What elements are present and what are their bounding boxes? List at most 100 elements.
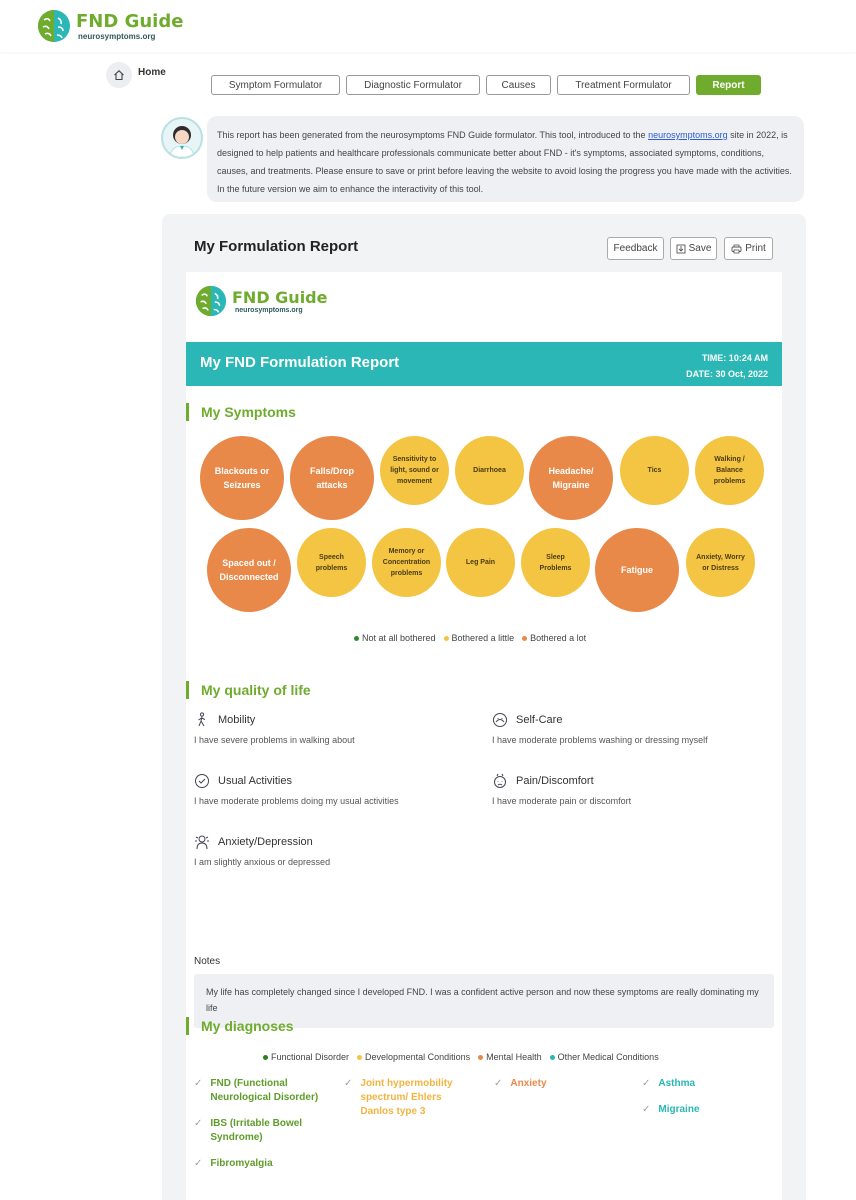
home-icon-circle bbox=[106, 62, 132, 88]
legend-item-not-bothered: Not at all bothered bbox=[354, 633, 436, 643]
intro-text-start: This report has been generated from the … bbox=[217, 130, 649, 140]
diagnosis-label: Fibromyalgia bbox=[210, 1158, 273, 1169]
home-label: Home bbox=[138, 66, 166, 78]
quality-desc: I have moderate problems doing my usual … bbox=[194, 796, 399, 806]
quality-desc: I have severe problems in walking about bbox=[194, 735, 355, 745]
legend-dot-orange bbox=[478, 1054, 484, 1060]
diagnosis-label: Migraine bbox=[658, 1104, 700, 1115]
symptom-bubble-3: Sensitivity to light, sound or movement bbox=[380, 436, 449, 505]
brain-logo-icon bbox=[38, 10, 70, 42]
symptom-label-10: Memory or Concentration problems bbox=[382, 548, 431, 577]
brain-logo-icon bbox=[195, 285, 227, 317]
symptom-bubble-14: Anxiety, Worry or Distress bbox=[686, 528, 755, 597]
feedback-button[interactable]: Feedback bbox=[607, 237, 664, 260]
diagnosis-label: FND (Functional Neurological Disorder) bbox=[210, 1078, 319, 1103]
quality-item-self-care: Self-Care I have moderate problems washi… bbox=[492, 712, 708, 745]
quality-desc: I am slightly anxious or depressed bbox=[194, 857, 331, 867]
symptom-label-8: Spaced out / Disconnected bbox=[219, 558, 279, 582]
legend-dot-green bbox=[263, 1054, 268, 1060]
report-logo: FND Guide neurosymptoms.org bbox=[194, 284, 327, 318]
symptom-label-5: Headache/ Migraine bbox=[548, 466, 594, 490]
report-time: TIME: 10:24 AM bbox=[701, 353, 768, 363]
walking-icon bbox=[198, 712, 206, 727]
legend-item-functional: Functional Disorder bbox=[263, 1052, 349, 1062]
diagnosis-item: ✓ Asthma bbox=[642, 1077, 772, 1091]
legend-label: Functional Disorder bbox=[271, 1052, 350, 1062]
site-logo[interactable]: FND Guide neurosymptoms.org bbox=[36, 8, 183, 44]
symptom-label-12: Sleep Problems bbox=[539, 553, 572, 572]
symptom-bubble-8: Spaced out / Disconnected bbox=[207, 528, 291, 612]
feedback-label: Feedback bbox=[613, 243, 658, 254]
report-timestamp: TIME: 10:24 AM DATE: 30 Oct, 2022 bbox=[686, 350, 768, 382]
assistant-avatar bbox=[161, 117, 203, 159]
quality-heading: My quality of life bbox=[186, 681, 311, 699]
diagnoses-heading: My diagnoses bbox=[186, 1017, 294, 1035]
symptom-label-14: Anxiety, Worry or Distress bbox=[696, 553, 745, 572]
pain-icon bbox=[494, 773, 506, 788]
symptom-label-11: Leg Pain bbox=[465, 559, 496, 566]
anxiety-icon bbox=[195, 835, 209, 850]
symptom-bubble-5: Headache/ Migraine bbox=[529, 436, 613, 520]
report-date: DATE: 30 Oct, 2022 bbox=[686, 369, 768, 379]
symptom-bubble-1: Blackouts or Seizures bbox=[200, 436, 284, 520]
diagnosis-item: ✓ FND (Functional Neurological Disorder) bbox=[194, 1077, 324, 1105]
save-button[interactable]: Save bbox=[670, 237, 717, 260]
diagnosis-label: Joint hypermobility spectrum/ Ehlers Dan… bbox=[360, 1078, 453, 1117]
legend-item-developmental: Developmental Conditions bbox=[357, 1052, 470, 1062]
tab-report[interactable]: Report bbox=[696, 75, 761, 95]
diagnosis-label: Anxiety bbox=[510, 1078, 547, 1089]
activities-icon bbox=[195, 774, 209, 788]
diagnosis-item: ✓ IBS (Irritable Bowel Syndrome) bbox=[194, 1117, 324, 1145]
notes-label: Notes bbox=[194, 956, 221, 967]
legend-dot-teal bbox=[549, 1054, 555, 1060]
legend-label: Bothered a little bbox=[451, 633, 515, 643]
legend-label: Other Medical Conditions bbox=[557, 1052, 659, 1062]
tab-symptom-formulator[interactable]: Symptom Formulator bbox=[211, 75, 340, 95]
symptom-bubble-6: Tics bbox=[620, 436, 689, 505]
symptom-label-6: Tics bbox=[647, 467, 662, 474]
quality-desc: I have moderate problems washing or dres… bbox=[492, 735, 708, 745]
diagnosis-label: Asthma bbox=[658, 1078, 696, 1089]
quality-title: Usual Activities bbox=[218, 775, 292, 787]
symptom-bubble-13: Fatigue bbox=[595, 528, 679, 612]
report-card: My Formulation Report Feedback Save Prin… bbox=[162, 214, 806, 1200]
check-icon: ✓ bbox=[194, 1118, 203, 1129]
neurosymptoms-link[interactable]: neurosymptoms.org bbox=[648, 130, 728, 140]
quality-desc: I have moderate pain or discomfort bbox=[492, 796, 632, 806]
print-button[interactable]: Print bbox=[724, 237, 773, 260]
check-icon: ✓ bbox=[194, 1158, 203, 1169]
tab-treatment-formulator[interactable]: Treatment Formulator bbox=[557, 75, 690, 95]
check-icon: ✓ bbox=[494, 1078, 503, 1089]
report-logo-subtitle: neurosymptoms.org bbox=[235, 306, 303, 314]
legend-dot-green bbox=[354, 635, 359, 641]
tab-diagnostic-formulator[interactable]: Diagnostic Formulator bbox=[346, 75, 480, 95]
diagnosis-item: ✓ Migraine bbox=[642, 1103, 772, 1117]
legend-item-bothered-little: Bothered a little bbox=[443, 633, 515, 643]
symptom-bubble-4: Diarrhoea bbox=[455, 436, 524, 505]
logo-subtitle: neurosymptoms.org bbox=[78, 31, 156, 41]
report-banner: My FND Formulation Report TIME: 10:24 AM… bbox=[186, 342, 782, 386]
quality-title: Mobility bbox=[218, 714, 256, 726]
diagnoses-legend: Functional Disorder Developmental Condit… bbox=[263, 1052, 667, 1062]
symptom-label-9: Speech problems bbox=[315, 553, 348, 572]
symptom-bubble-12: Sleep Problems bbox=[521, 528, 590, 597]
legend-dot-orange bbox=[522, 635, 528, 641]
check-icon: ✓ bbox=[642, 1078, 651, 1089]
tab-causes[interactable]: Causes bbox=[486, 75, 551, 95]
symptom-label-2: Falls/Drop attacks bbox=[309, 466, 354, 490]
quality-title: Self-Care bbox=[516, 714, 563, 726]
symptom-bubble-10: Memory or Concentration problems bbox=[372, 528, 441, 597]
self-care-icon bbox=[493, 713, 507, 727]
save-icon bbox=[676, 244, 686, 253]
symptom-label-4: Diarrhoea bbox=[473, 467, 506, 474]
quality-item-usual-activities: Usual Activities I have moderate problem… bbox=[194, 773, 399, 806]
quality-item-anxiety: Anxiety/Depression I am slightly anxious… bbox=[194, 834, 330, 867]
symptom-label-3: Sensitivity to light, sound or movement bbox=[390, 456, 439, 485]
diagnosis-item: ✓ Fibromyalgia bbox=[194, 1157, 324, 1171]
print-icon bbox=[731, 244, 742, 253]
home-link[interactable]: Home bbox=[106, 62, 166, 88]
legend-dot-yellow bbox=[443, 635, 449, 641]
report-title: My Formulation Report bbox=[194, 238, 359, 255]
legend-item-mental-health: Mental Health bbox=[478, 1052, 542, 1062]
report-document: FND Guide neurosymptoms.org My FND Formu… bbox=[186, 272, 782, 1200]
